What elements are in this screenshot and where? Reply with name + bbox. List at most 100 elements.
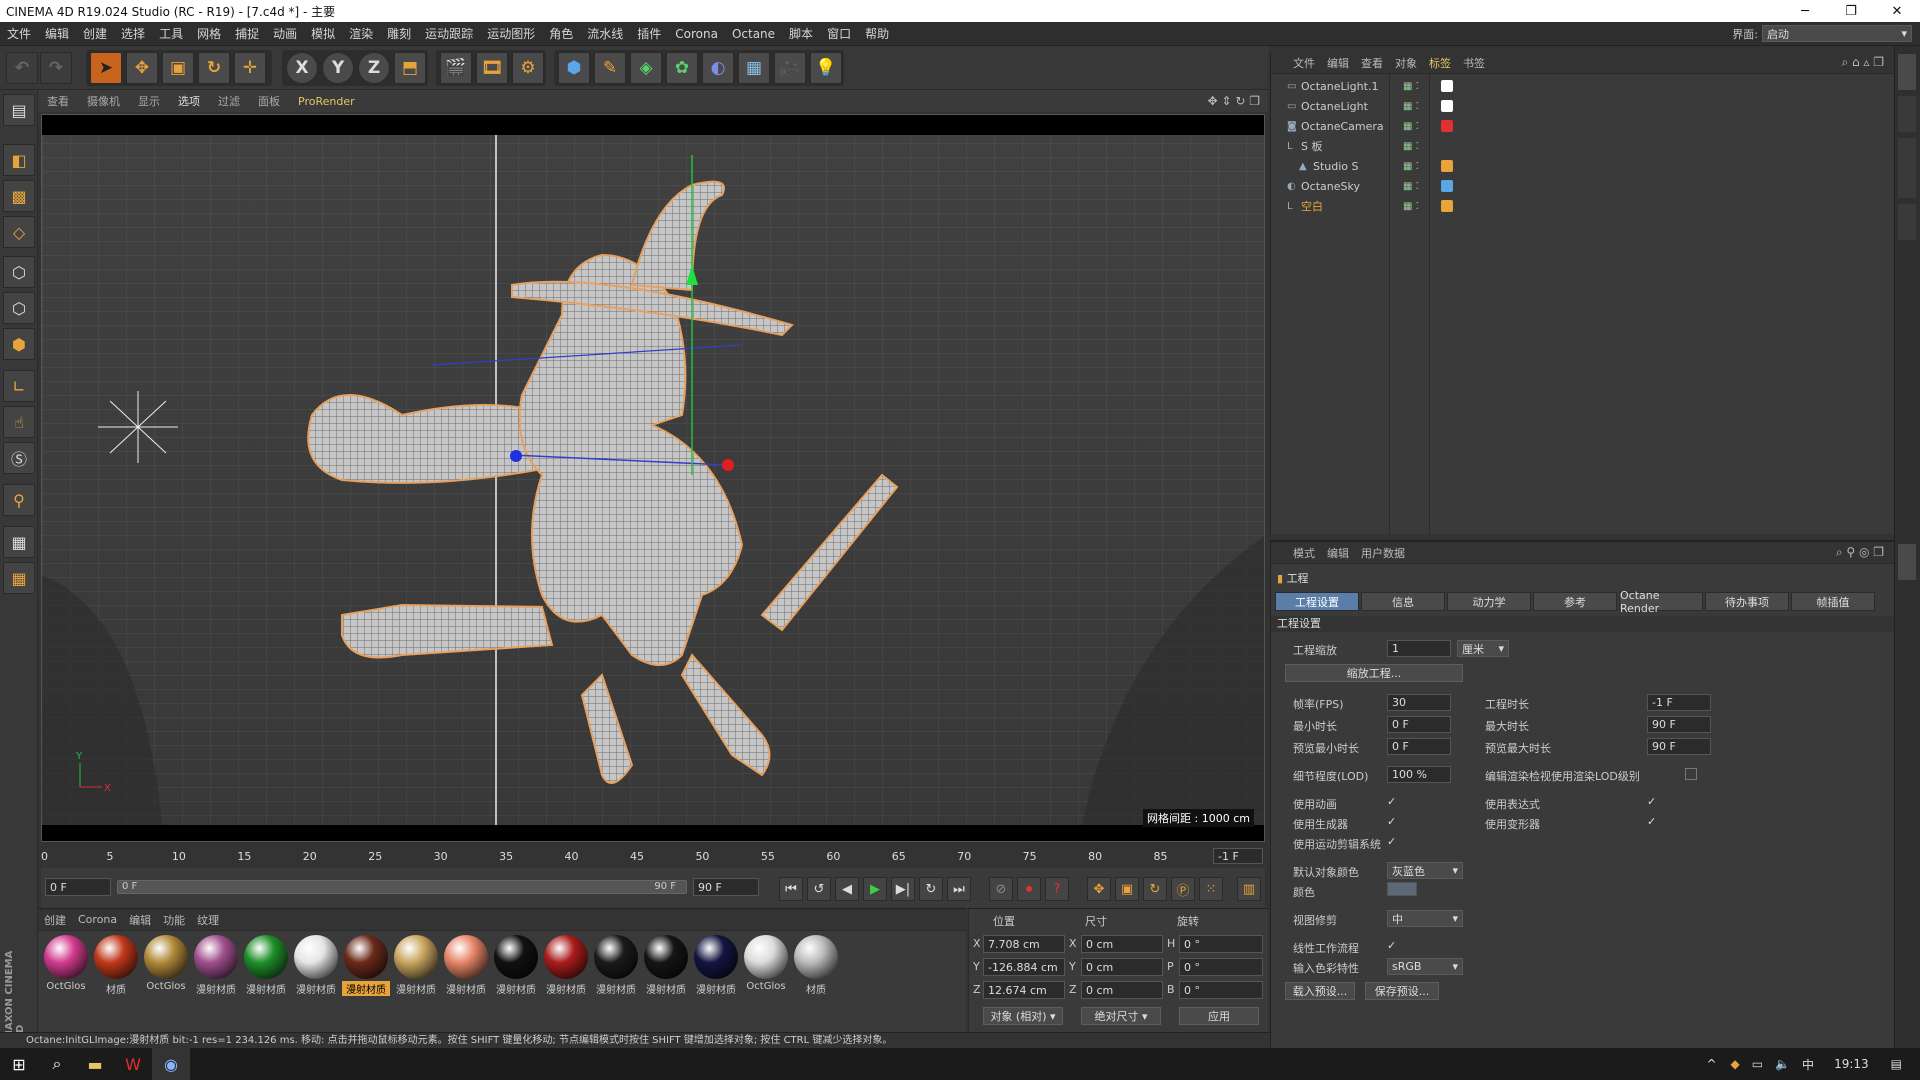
input-color-profile-dropdown[interactable]: sRGB ▾ bbox=[1387, 958, 1463, 975]
keyframe-icon[interactable]: ⊘ bbox=[989, 877, 1013, 901]
material-item[interactable]: 漫射材质 bbox=[242, 935, 290, 996]
tray-chevron-icon[interactable]: ^ bbox=[1698, 1057, 1724, 1071]
object-tag-icon[interactable] bbox=[1441, 140, 1453, 152]
menu-script[interactable]: 脚本 bbox=[782, 25, 820, 42]
obj-menu-file[interactable]: 文件 bbox=[1287, 55, 1321, 71]
prev-key-icon[interactable]: ↺ bbox=[807, 877, 831, 901]
material-item[interactable]: 漫射材质 bbox=[442, 935, 490, 996]
key-pla-icon[interactable]: ⁙ bbox=[1199, 877, 1223, 901]
texture-mode-icon[interactable]: ▩ bbox=[3, 180, 35, 212]
menu-mograph[interactable]: 运动图形 bbox=[480, 25, 542, 42]
min-time-field[interactable]: 0 F bbox=[1387, 716, 1451, 733]
record-icon[interactable]: ⏺ bbox=[1017, 877, 1041, 901]
cinema4d-taskbar-icon[interactable]: ◉ bbox=[152, 1048, 190, 1080]
visibility-toggle-icon[interactable]: ▦ ⁚ bbox=[1403, 201, 1437, 212]
cube-icon[interactable]: ⬢ bbox=[558, 52, 590, 84]
lod-field[interactable]: 100 % bbox=[1387, 766, 1451, 783]
size-y-field[interactable]: 0 cm bbox=[1081, 958, 1163, 976]
menu-help[interactable]: 帮助 bbox=[858, 25, 896, 42]
material-item[interactable]: 材质 bbox=[92, 935, 140, 996]
maximize-button[interactable]: ❐ bbox=[1828, 4, 1874, 19]
size-z-field[interactable]: 0 cm bbox=[1081, 981, 1163, 999]
pos-x-field[interactable]: 7.708 cm bbox=[983, 935, 1065, 953]
menu-plugins[interactable]: 插件 bbox=[630, 25, 668, 42]
object-row[interactable]: ◙ OctaneCamera ▦ ⁚ bbox=[1271, 116, 1895, 136]
prev-frame-icon[interactable]: ◀ bbox=[835, 877, 859, 901]
current-frame-field[interactable]: 0 F bbox=[45, 878, 111, 896]
floor-icon[interactable]: ▦ bbox=[738, 52, 770, 84]
timeline-end-field[interactable]: -1 F bbox=[1213, 848, 1263, 864]
x-axis-toggle[interactable]: X bbox=[286, 52, 318, 84]
coord-mode-dropdown[interactable]: 对象 (相对) ▾ bbox=[983, 1007, 1063, 1025]
redo-icon[interactable]: ↷ bbox=[40, 52, 72, 84]
go-to-start-icon[interactable]: ⏮ bbox=[779, 877, 803, 901]
size-mode-dropdown[interactable]: 绝对尺寸 ▾ bbox=[1081, 1007, 1161, 1025]
obj-menu-view[interactable]: 查看 bbox=[1355, 55, 1389, 71]
scale-icon[interactable]: ▣ bbox=[162, 52, 194, 84]
menu-tools[interactable]: 工具 bbox=[152, 25, 190, 42]
deformer-icon[interactable]: ◐ bbox=[702, 52, 734, 84]
move-icon[interactable]: ✥ bbox=[126, 52, 158, 84]
vp-menu-panel[interactable]: 面板 bbox=[249, 93, 289, 109]
object-row[interactable]: L S 板 ▦ ⁚ bbox=[1271, 136, 1895, 156]
rot-p-field[interactable]: 0 ° bbox=[1179, 958, 1263, 976]
visibility-toggle-icon[interactable]: ▦ ⁚ bbox=[1403, 181, 1437, 192]
mat-menu-edit[interactable]: 编辑 bbox=[123, 912, 157, 928]
menu-select[interactable]: 选择 bbox=[114, 25, 152, 42]
material-item[interactable]: 漫射材质 bbox=[192, 935, 240, 996]
menu-simulate[interactable]: 模拟 bbox=[304, 25, 342, 42]
vp-menu-view[interactable]: 查看 bbox=[38, 93, 78, 109]
close-button[interactable]: ✕ bbox=[1874, 4, 1920, 19]
layout-dropdown[interactable]: 启动 ▾ bbox=[1762, 25, 1912, 42]
tab-frame-interpolation[interactable]: 帧插值 bbox=[1791, 592, 1875, 611]
object-row[interactable]: ▲ Studio S ▦ ⁚ bbox=[1271, 156, 1895, 176]
menu-animate[interactable]: 动画 bbox=[266, 25, 304, 42]
scale-project-button[interactable]: 缩放工程... bbox=[1285, 664, 1463, 682]
side-tab-attributes[interactable] bbox=[1898, 544, 1916, 580]
menu-create[interactable]: 创建 bbox=[76, 25, 114, 42]
material-item[interactable]: 漫射材质 bbox=[292, 935, 340, 996]
menu-window[interactable]: 窗口 bbox=[820, 25, 858, 42]
menu-character[interactable]: 角色 bbox=[542, 25, 580, 42]
use-generators-checkbox[interactable]: ✓ bbox=[1387, 816, 1399, 828]
polygons-mode-icon[interactable]: ⬢ bbox=[3, 328, 35, 360]
use-deformers-checkbox[interactable]: ✓ bbox=[1647, 816, 1659, 828]
obj-search-icon[interactable]: ⌕ ⌂ ▵ ❐ bbox=[1841, 55, 1894, 70]
vp-menu-prorender[interactable]: ProRender bbox=[289, 95, 364, 108]
linear-workflow-checkbox[interactable]: ✓ bbox=[1387, 940, 1399, 952]
view-clipping-dropdown[interactable]: 中 ▾ bbox=[1387, 910, 1463, 927]
play-icon[interactable]: ▶ bbox=[863, 877, 887, 901]
clock[interactable]: 19:13 bbox=[1820, 1057, 1883, 1071]
object-row[interactable]: ▭ OctaneLight.1 ▦ ⁚ bbox=[1271, 76, 1895, 96]
material-item[interactable]: OctGlos bbox=[42, 935, 90, 992]
attr-search-icon[interactable]: ⌕ ⚲ ◎ ❐ bbox=[1836, 545, 1894, 560]
max-time-field[interactable]: 90 F bbox=[1647, 716, 1711, 733]
rot-b-field[interactable]: 0 ° bbox=[1179, 981, 1263, 999]
workplane-grid-icon[interactable]: ▦ bbox=[3, 562, 35, 594]
next-key-icon[interactable]: ↻ bbox=[919, 877, 943, 901]
vp-menu-camera[interactable]: 摄像机 bbox=[78, 93, 129, 109]
menu-render[interactable]: 渲染 bbox=[342, 25, 380, 42]
coordinate-system-icon[interactable]: ⬒ bbox=[394, 52, 426, 84]
visibility-toggle-icon[interactable]: ▦ ⁚ bbox=[1403, 81, 1437, 92]
object-tag-icon[interactable] bbox=[1441, 80, 1453, 92]
minimize-button[interactable]: ─ bbox=[1782, 4, 1828, 19]
size-x-field[interactable]: 0 cm bbox=[1081, 935, 1163, 953]
mat-menu-create[interactable]: 创建 bbox=[38, 912, 72, 928]
material-item[interactable]: OctGlos bbox=[142, 935, 190, 992]
ime-icon[interactable]: 中 bbox=[1796, 1056, 1820, 1073]
workplane-icon[interactable]: ◇ bbox=[3, 216, 35, 248]
mat-menu-function[interactable]: 功能 bbox=[157, 912, 191, 928]
menu-motion-tracking[interactable]: 运动跟踪 bbox=[418, 25, 480, 42]
select-arrow-icon[interactable]: ➤ bbox=[90, 52, 122, 84]
key-rotation-icon[interactable]: ↻ bbox=[1143, 877, 1167, 901]
material-item[interactable]: 漫射材质 bbox=[642, 935, 690, 996]
windows-start-icon[interactable]: ⊞ bbox=[0, 1048, 38, 1080]
object-tag-icon[interactable] bbox=[1441, 180, 1453, 192]
color-swatch[interactable] bbox=[1387, 882, 1417, 896]
auto-key-icon[interactable]: ? bbox=[1045, 877, 1069, 901]
visibility-toggle-icon[interactable]: ▦ ⁚ bbox=[1403, 101, 1437, 112]
attr-menu-edit[interactable]: 编辑 bbox=[1321, 545, 1355, 561]
project-time-field[interactable]: -1 F bbox=[1647, 694, 1711, 711]
light-icon[interactable]: 💡 bbox=[810, 52, 842, 84]
